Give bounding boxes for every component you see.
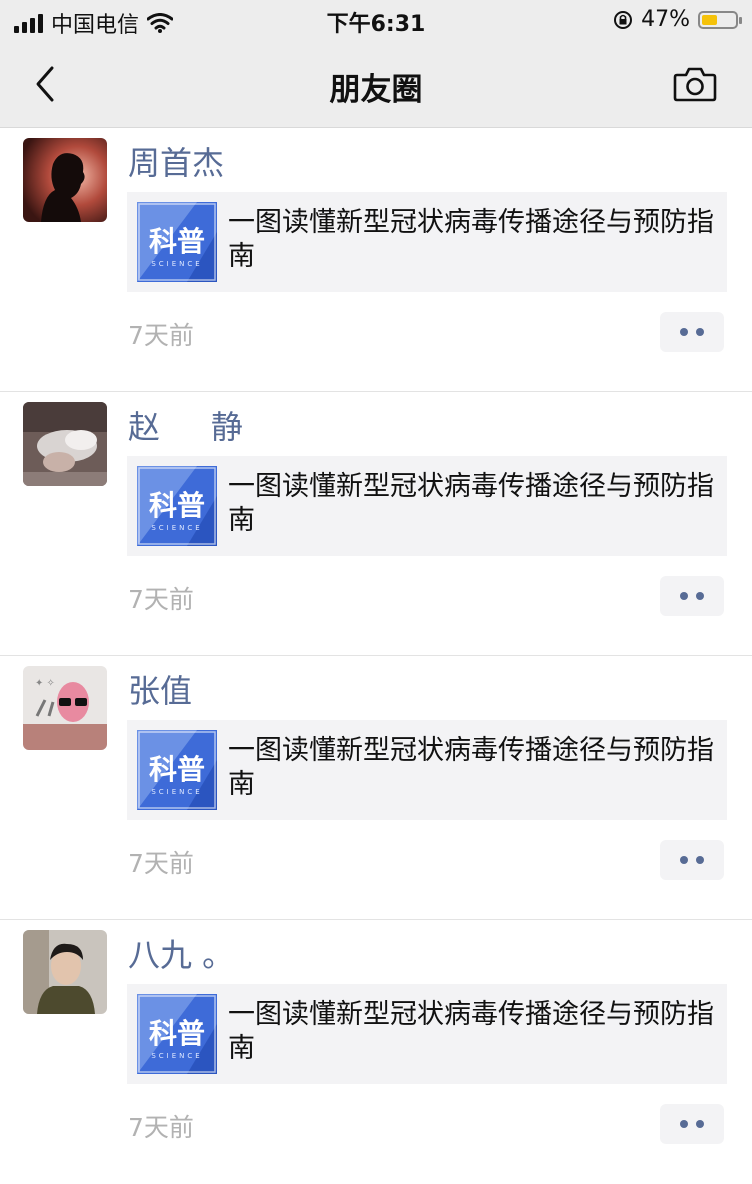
link-title: 一图读懂新型冠状病毒传播途径与预防指南 [228, 999, 714, 1064]
page-title: 朋友圈 [329, 72, 423, 108]
battery-fill [702, 14, 717, 25]
username[interactable]: 周首杰 [128, 138, 224, 184]
post-time: 7天前 [128, 585, 194, 614]
feed-post: ✦ ✧ 张值 科普 SCIENCE 一图读懂新型冠状病毒传播途径与预防指南 7天… [0, 656, 752, 920]
thumbnail-sublabel: SCIENCE [151, 788, 202, 796]
feed-post: 周首杰 科普 SCIENCE 一图读懂新型冠状病毒传播途径与预防指南 7天前 [0, 128, 752, 392]
dot-icon [696, 1120, 704, 1128]
username[interactable]: 赵 静 [128, 402, 243, 448]
avatar[interactable]: ✦ ✧ [23, 666, 107, 750]
svg-text:✦ ✧: ✦ ✧ [35, 678, 55, 689]
avatar[interactable] [23, 402, 107, 486]
more-actions-button[interactable] [660, 840, 724, 880]
moments-feed: 周首杰 科普 SCIENCE 一图读懂新型冠状病毒传播途径与预防指南 7天前 赵… [0, 128, 752, 1184]
post-time: 7天前 [128, 321, 194, 350]
camera-icon [673, 67, 717, 102]
feed-post: 赵 静 科普 SCIENCE 一图读懂新型冠状病毒传播途径与预防指南 7天前 [0, 392, 752, 656]
link-card[interactable]: 科普 SCIENCE 一图读懂新型冠状病毒传播途径与预防指南 [127, 456, 727, 556]
status-right: 47% [613, 7, 742, 32]
thumbnail-label: 科普 [149, 225, 205, 258]
dot-icon [696, 328, 704, 336]
feed-post: 八九 。 科普 SCIENCE 一图读懂新型冠状病毒传播途径与预防指南 7天前 [0, 920, 752, 1184]
dot-icon [680, 592, 688, 600]
battery-percent: 47% [641, 7, 690, 32]
link-thumbnail: 科普 SCIENCE [137, 202, 217, 282]
thumbnail-label: 科普 [149, 753, 205, 786]
dot-icon [696, 592, 704, 600]
avatar[interactable] [23, 930, 107, 1014]
thumbnail-sublabel: SCIENCE [151, 260, 202, 268]
nav-bar: 朋友圈 [0, 40, 752, 128]
thumbnail-label: 科普 [149, 489, 205, 522]
link-thumbnail: 科普 SCIENCE [137, 730, 217, 810]
post-time: 7天前 [128, 1113, 194, 1142]
thumbnail-sublabel: SCIENCE [151, 524, 202, 532]
username[interactable]: 八九 。 [128, 930, 234, 976]
more-actions-button[interactable] [660, 576, 724, 616]
camera-button[interactable] [672, 64, 718, 104]
link-card[interactable]: 科普 SCIENCE 一图读懂新型冠状病毒传播途径与预防指南 [127, 984, 727, 1084]
link-title: 一图读懂新型冠状病毒传播途径与预防指南 [228, 207, 714, 272]
dot-icon [696, 856, 704, 864]
username[interactable]: 张值 [128, 666, 192, 712]
more-actions-button[interactable] [660, 1104, 724, 1144]
avatar[interactable] [23, 138, 107, 222]
status-bar: 中国电信 下午6:31 47% [0, 0, 752, 40]
thumbnail-label: 科普 [149, 1017, 205, 1050]
post-time: 7天前 [128, 849, 194, 878]
orientation-lock-icon [614, 10, 633, 29]
dot-icon [680, 328, 688, 336]
link-title: 一图读懂新型冠状病毒传播途径与预防指南 [228, 735, 714, 800]
more-actions-button[interactable] [660, 312, 724, 352]
link-thumbnail: 科普 SCIENCE [137, 994, 217, 1074]
link-card[interactable]: 科普 SCIENCE 一图读懂新型冠状病毒传播途径与预防指南 [127, 720, 727, 820]
link-title: 一图读懂新型冠状病毒传播途径与预防指南 [228, 471, 714, 536]
link-card[interactable]: 科普 SCIENCE 一图读懂新型冠状病毒传播途径与预防指南 [127, 192, 727, 292]
thumbnail-sublabel: SCIENCE [151, 1052, 202, 1060]
dot-icon [680, 1120, 688, 1128]
battery-icon [698, 10, 742, 29]
dot-icon [680, 856, 688, 864]
link-thumbnail: 科普 SCIENCE [137, 466, 217, 546]
